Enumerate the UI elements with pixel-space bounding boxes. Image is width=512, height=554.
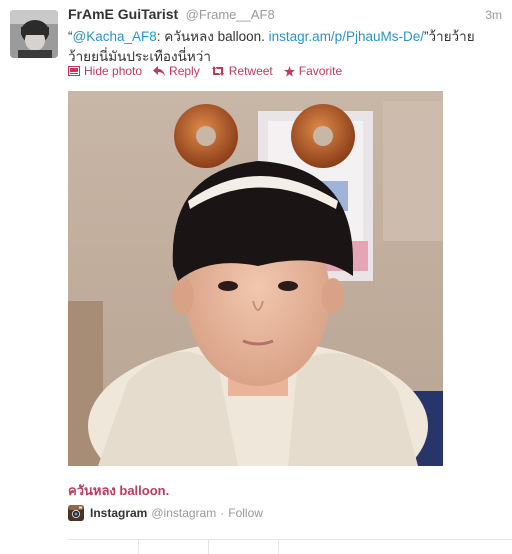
footer-divider xyxy=(278,540,279,554)
hide-photo-label: Hide photo xyxy=(84,64,143,78)
photo-icon xyxy=(68,66,80,76)
tweet-timestamp[interactable]: 3m xyxy=(485,8,502,22)
photo-caption: ควันหลง balloon. xyxy=(68,483,170,498)
retweet-button[interactable]: Retweet xyxy=(211,64,273,78)
hide-photo-button[interactable]: Hide photo xyxy=(68,64,142,78)
tweet-actions: Hide photo Reply Retweet Favorite xyxy=(68,64,353,78)
mention-link[interactable]: @Kacha_AF8 xyxy=(73,29,157,44)
media-attribution: Instagram @instagram · Follow xyxy=(68,505,263,521)
reply-label: Reply xyxy=(169,64,200,78)
star-icon xyxy=(283,65,295,77)
retweet-icon xyxy=(211,66,224,76)
footer-divider xyxy=(208,540,209,554)
separator-dot: · xyxy=(220,506,225,520)
photo-image xyxy=(68,91,443,466)
user-fullname[interactable]: FrAmE GuiTarist xyxy=(68,6,178,22)
footer-divider xyxy=(138,540,139,554)
reply-icon xyxy=(153,66,166,76)
media-source-handle[interactable]: @instagram xyxy=(151,506,216,520)
tweet-text: “@Kacha_AF8: ควันหลง balloon. instagr.am… xyxy=(68,27,494,67)
instagram-link[interactable]: instagr.am/p/PjhauMs-De/ xyxy=(269,29,424,44)
reply-button[interactable]: Reply xyxy=(153,64,200,78)
tweet-footer xyxy=(68,539,512,554)
avatar[interactable] xyxy=(10,10,58,58)
retweet-label: Retweet xyxy=(228,64,273,78)
media-source-name[interactable]: Instagram xyxy=(90,506,147,520)
favorite-label: Favorite xyxy=(298,64,343,78)
user-screenname[interactable]: @Frame__AF8 xyxy=(186,7,275,22)
favorite-button[interactable]: Favorite xyxy=(283,64,343,78)
tweet-text-body: : ควันหลง balloon. xyxy=(156,29,269,44)
follow-button[interactable]: Follow xyxy=(228,506,263,520)
tweet-photo[interactable] xyxy=(68,91,443,466)
tweet-header: FrAmE GuiTarist @Frame__AF8 3m xyxy=(68,6,502,26)
instagram-icon xyxy=(68,505,84,521)
